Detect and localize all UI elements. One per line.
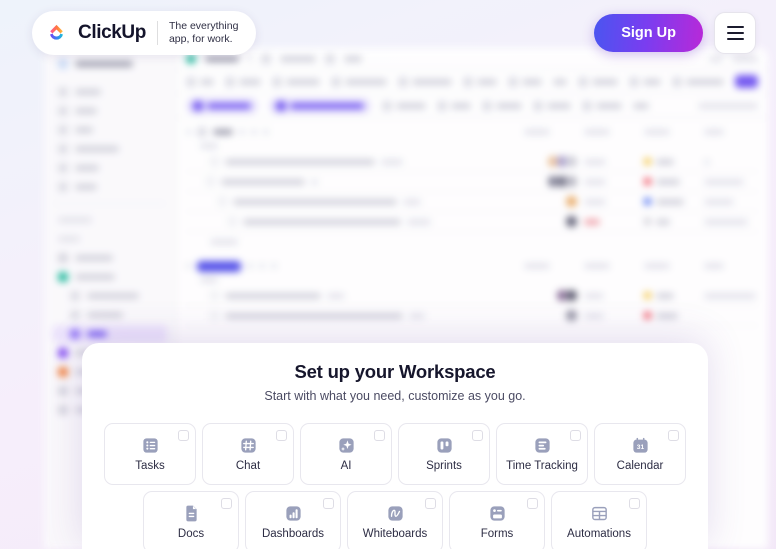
feature-card-grid: Tasks Chat AI Sprints Time Tracking 31 C… (104, 423, 686, 549)
calendar-31-icon: 31 (631, 436, 650, 455)
hamburger-menu-icon[interactable] (714, 12, 756, 54)
sparkle-icon (337, 436, 356, 455)
feature-label: Chat (235, 460, 261, 472)
workspace-setup-modal: Set up your Workspace Start with what yo… (82, 343, 708, 549)
scribble-icon (386, 504, 405, 523)
feature-label: Sprints (426, 460, 462, 472)
feature-card-docs[interactable]: Docs (143, 491, 239, 549)
brand-logo-pill[interactable]: ClickUp The everything app, for work. (32, 11, 257, 55)
backdrop-task-group-2 (176, 252, 768, 326)
document-icon (182, 504, 201, 523)
feature-card-automations[interactable]: Automations (551, 491, 647, 549)
feature-card-dashboards[interactable]: Dashboards (245, 491, 341, 549)
checkbox-forms[interactable] (527, 498, 538, 509)
feature-label: Forms (480, 528, 514, 540)
checkbox-chat[interactable] (276, 430, 287, 441)
pill-divider (156, 21, 158, 45)
feature-label: Whiteboards (362, 528, 428, 540)
checkbox-ai[interactable] (374, 430, 385, 441)
checkbox-whiteboards[interactable] (425, 498, 436, 509)
feature-label: Tasks (135, 460, 165, 472)
table-grid-icon (590, 504, 609, 523)
feature-label: Docs (177, 528, 205, 540)
modal-subtitle: Start with what you need, customize as y… (264, 389, 526, 403)
feature-card-ai[interactable]: AI (300, 423, 392, 485)
bar-chart-icon (284, 504, 303, 523)
backdrop-task-group-1 (176, 118, 768, 252)
sign-up-button[interactable]: Sign Up (594, 14, 703, 52)
page-header: ClickUp The everything app, for work. Si… (0, 0, 776, 66)
feature-card-whiteboards[interactable]: Whiteboards (347, 491, 443, 549)
feature-card-tasks[interactable]: Tasks (104, 423, 196, 485)
feature-label: Automations (567, 528, 631, 540)
checkbox-automations[interactable] (629, 498, 640, 509)
feature-label: Calendar (616, 460, 664, 472)
modal-title: Set up your Workspace (294, 361, 496, 382)
brand-tagline: The everything app, for work. (168, 20, 239, 45)
feature-card-sprints[interactable]: Sprints (398, 423, 490, 485)
feature-card-calendar[interactable]: 31 Calendar (594, 423, 686, 485)
hash-grid-icon (239, 436, 258, 455)
time-tracking-icon (533, 436, 552, 455)
form-icon (488, 504, 507, 523)
checkbox-tasks[interactable] (178, 430, 189, 441)
feature-card-time-tracking[interactable]: Time Tracking (496, 423, 588, 485)
feature-card-row-2: Docs Dashboards Whiteboards Forms Automa… (104, 491, 686, 549)
feature-label: Dashboards (261, 528, 324, 540)
brand-wordmark: ClickUp (78, 22, 146, 43)
sprints-board-icon (435, 436, 454, 455)
feature-card-row-1: Tasks Chat AI Sprints Time Tracking 31 C… (104, 423, 686, 485)
clickup-logo-icon (46, 23, 67, 44)
svg-text:31: 31 (636, 444, 644, 451)
checkbox-dashboards[interactable] (323, 498, 334, 509)
feature-card-forms[interactable]: Forms (449, 491, 545, 549)
checkbox-docs[interactable] (221, 498, 232, 509)
list-icon (141, 436, 160, 455)
feature-card-chat[interactable]: Chat (202, 423, 294, 485)
feature-label: Time Tracking (506, 460, 578, 472)
checkbox-time-tracking[interactable] (570, 430, 581, 441)
checkbox-sprints[interactable] (472, 430, 483, 441)
feature-label: AI (340, 460, 352, 472)
checkbox-calendar[interactable] (668, 430, 679, 441)
